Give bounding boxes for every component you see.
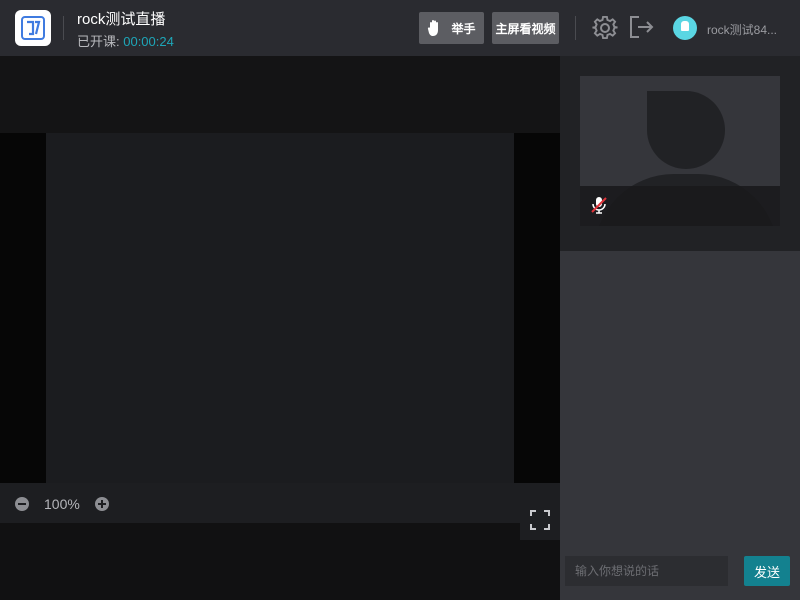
top-bar: rock测试直播 已开课: 00:00:24 举手 主屏看视频 rock测试84… [0, 0, 800, 56]
avatar-placeholder-head [647, 91, 725, 169]
settings-button[interactable] [592, 15, 618, 46]
stage-bottom-area [0, 523, 560, 600]
camera-panel [560, 56, 800, 251]
raise-hand-button[interactable]: 举手 [419, 12, 484, 44]
main-screen-video-label: 主屏看视频 [495, 21, 556, 36]
exit-button[interactable] [630, 16, 654, 43]
username: rock测试84... [707, 23, 778, 37]
stage-top-area [0, 56, 560, 133]
header-divider [63, 16, 64, 40]
elapsed-timer: 00:00:24 [123, 34, 174, 49]
app-logo-icon [21, 16, 45, 40]
zoom-toolbar: 100% [0, 483, 560, 523]
fullscreen-button[interactable] [520, 500, 560, 540]
zoom-in-icon[interactable] [95, 497, 109, 511]
gear-icon [592, 15, 618, 40]
shared-screen-area[interactable] [46, 133, 514, 483]
zoom-out-icon[interactable] [15, 497, 29, 511]
raise-hand-icon [428, 20, 439, 36]
chat-input[interactable] [565, 556, 728, 586]
user-avatar[interactable] [673, 16, 697, 40]
chat-panel [560, 251, 800, 600]
zoom-level: 100% [44, 496, 80, 512]
classroom-app: rock测试直播 已开课: 00:00:24 举手 主屏看视频 rock测试84… [0, 0, 800, 600]
raise-hand-label: 举手 [451, 21, 476, 36]
fullscreen-icon [530, 510, 550, 530]
course-title: rock测试直播 [77, 11, 166, 28]
participant-video[interactable] [580, 76, 780, 226]
participant-status-strip [580, 186, 780, 226]
class-status: 已开课: 00:00:24 [77, 31, 174, 50]
class-status-label: 已开课: [77, 34, 124, 49]
exit-icon [630, 16, 654, 38]
mic-muted-icon[interactable] [590, 196, 608, 214]
main-video-stage [0, 133, 560, 483]
header-divider [575, 16, 576, 40]
main-screen-video-button[interactable]: 主屏看视频 [492, 12, 559, 44]
send-button[interactable]: 发送 [744, 556, 790, 586]
app-logo [15, 10, 51, 46]
